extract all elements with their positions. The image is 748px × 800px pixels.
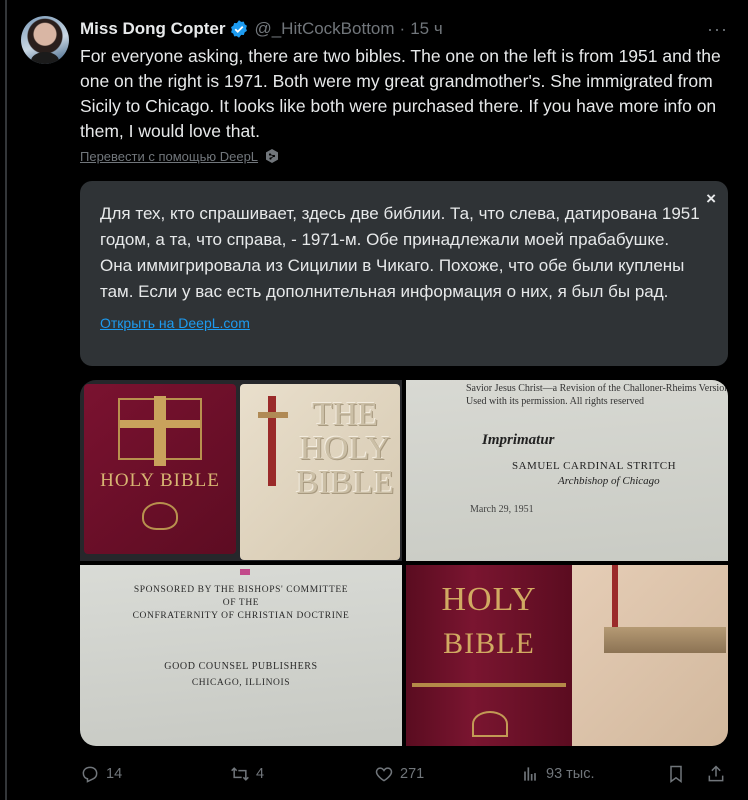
cross-ornament-bar: [120, 420, 200, 428]
reply-button[interactable]: 14: [80, 762, 122, 786]
author-handle[interactable]: @_HitCockBottom: [254, 19, 394, 39]
page-top-text: Savior Jesus Christ—a Revision of the Ch…: [466, 383, 728, 407]
open-deepl-link[interactable]: Открыть на DeepL.com: [100, 315, 704, 331]
heart-icon: [375, 767, 393, 782]
red-bible-cover: HOLY BIBLE: [84, 384, 236, 554]
tweet-text: For everyone asking, there are two bible…: [80, 46, 721, 141]
bookmark-button[interactable]: [666, 762, 686, 786]
photo-publisher-page[interactable]: SPONSORED BY THE BISHOPS' COMMITTEE OF T…: [80, 565, 402, 746]
publisher-line-3: CONFRATERNITY OF CHRISTIAN DOCTRINE: [132, 611, 350, 621]
bookmark-icon: [670, 765, 682, 783]
photo-bibles-covers[interactable]: HOLY BIBLE THE HOLY BIBLE: [80, 380, 402, 561]
deepl-icon: [266, 149, 279, 163]
repost-icon: [231, 767, 249, 781]
white-bible-spine: [572, 565, 728, 746]
publisher-city: CHICAGO, ILLINOIS: [191, 678, 291, 688]
papal-crown-emblem: [472, 711, 508, 737]
reply-count: 14: [106, 766, 123, 782]
more-options-icon[interactable]: ···: [707, 19, 728, 40]
translate-label[interactable]: Перевести с помощью DeepL: [80, 149, 258, 164]
spine-title-bible: BIBLE: [443, 627, 535, 660]
imprimatur-title: Archbishop of Chicago: [558, 475, 660, 487]
publisher-name: GOOD COUNSEL PUBLISHERS: [164, 661, 318, 672]
translation-card: × Для тех, кто спрашивает, здесь две биб…: [80, 181, 728, 366]
red-bible-spine: HOLY BIBLE: [406, 565, 572, 746]
action-bar: 14 4 271 93 тыс.: [80, 762, 728, 786]
red-cross-ornament: [612, 565, 618, 635]
papal-emblem: [142, 502, 178, 530]
views-chart-icon: [524, 767, 536, 781]
avatar[interactable]: [21, 16, 69, 64]
spine-band: [412, 683, 566, 687]
spine-title-holy: HOLY: [441, 581, 537, 618]
translate-link[interactable]: Перевести с помощью DeepL: [80, 148, 280, 164]
tweet-time[interactable]: 15 ч: [410, 19, 443, 39]
cross-ornament: [154, 396, 166, 466]
publisher-line-2: OF THE: [222, 598, 260, 608]
photo-imprimatur-page[interactable]: Savior Jesus Christ—a Revision of the Ch…: [406, 380, 728, 561]
imprimatur-signer: SAMUEL CARDINAL STRITCH: [512, 460, 677, 472]
repost-count: 4: [256, 766, 265, 782]
red-cross-ornament: [268, 396, 276, 486]
publisher-line-1: SPONSORED BY THE BISHOPS' COMMITTEE: [133, 585, 349, 595]
share-button[interactable]: [706, 762, 726, 786]
author-name[interactable]: Miss Dong Copter: [80, 19, 225, 39]
thread-line: [5, 0, 7, 800]
imprimatur-date: March 29, 1951: [470, 504, 534, 515]
reply-icon: [82, 766, 98, 783]
page-mark: [240, 569, 250, 575]
share-icon: [708, 765, 724, 782]
photo-bible-spines[interactable]: HOLY BIBLE: [406, 565, 728, 746]
repost-button[interactable]: 4: [230, 762, 264, 786]
like-button[interactable]: 271: [374, 762, 424, 786]
translation-text: Для тех, кто спрашивает, здесь две библи…: [100, 204, 700, 301]
views-count: 93 тыс.: [546, 766, 595, 782]
red-bible-title: HOLY BIBLE: [100, 470, 220, 491]
like-count: 271: [400, 766, 425, 782]
tweet-header: Miss Dong Copter @_HitCockBottom · 15 ч …: [80, 17, 728, 41]
gold-bar-ornament: [604, 627, 726, 653]
separator-dot: ·: [399, 19, 406, 38]
media-grid: HOLY BIBLE THE HOLY BIBLE Savior Jesus C…: [80, 380, 728, 746]
close-icon[interactable]: ×: [706, 189, 716, 209]
avatar-shirt: [31, 52, 59, 64]
imprimatur-heading: Imprimatur: [482, 432, 555, 448]
verified-badge-icon: [231, 20, 248, 38]
views-button[interactable]: 93 тыс.: [520, 762, 595, 786]
cross-ornament-bar: [258, 412, 288, 418]
white-bible-title: THE HOLY BIBLE: [295, 396, 395, 501]
white-bible-cover: THE HOLY BIBLE: [240, 384, 400, 560]
